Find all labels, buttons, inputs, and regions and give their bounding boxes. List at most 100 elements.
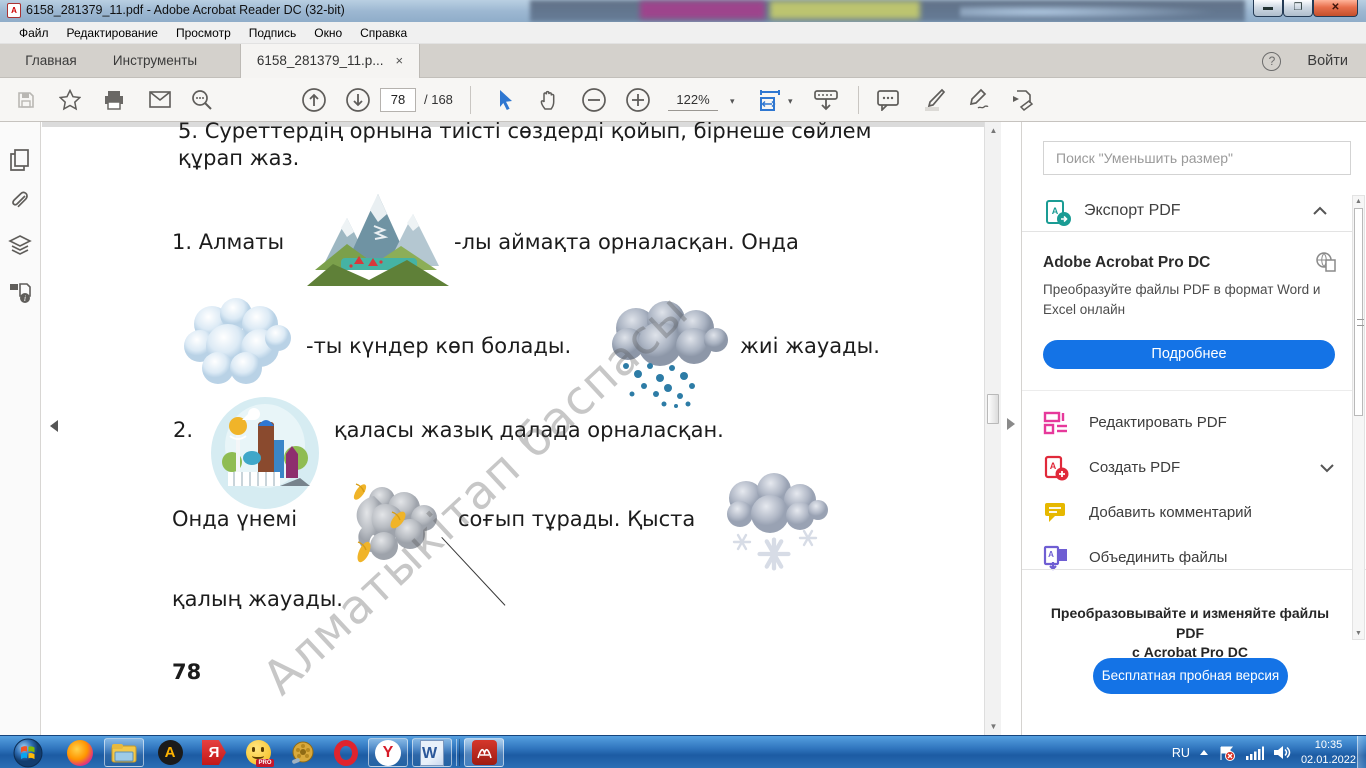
menu-view[interactable]: Просмотр xyxy=(167,22,240,44)
exercise-heading-line1: 5. Суреттердің орнына тиісті сөздерді қо… xyxy=(178,122,872,143)
edit-pdf-icon xyxy=(1043,411,1067,435)
free-trial-button[interactable]: Бесплатная пробная версия xyxy=(1093,658,1288,694)
yandex-alpha-icon[interactable]: Я xyxy=(194,738,234,767)
tab-close-icon[interactable]: × xyxy=(396,53,404,68)
chevron-down-icon[interactable] xyxy=(1319,463,1335,473)
restore-button[interactable]: ❐ xyxy=(1283,0,1313,17)
thumbnails-icon[interactable] xyxy=(8,148,34,174)
fit-width-icon[interactable] xyxy=(756,86,784,114)
collapse-left-pane-icon[interactable] xyxy=(50,420,58,432)
save-icon[interactable] xyxy=(12,86,40,114)
learn-more-button[interactable]: Подробнее xyxy=(1043,340,1335,369)
print-icon[interactable] xyxy=(100,86,128,114)
tool-create-pdf[interactable]: A Создать PDF xyxy=(1043,455,1343,485)
menu-file[interactable]: Файл xyxy=(10,22,58,44)
pdf-file-icon: A xyxy=(7,3,21,18)
email-icon[interactable] xyxy=(146,86,174,114)
minimize-button[interactable]: ▬ xyxy=(1253,0,1283,17)
layers-icon[interactable] xyxy=(8,234,34,260)
exercise-heading-line2: құрап жаз. xyxy=(178,146,300,170)
page-total: / 168 xyxy=(424,92,453,107)
close-button[interactable]: ✕ xyxy=(1313,0,1358,17)
scroll-down-icon[interactable]: ▼ xyxy=(1353,630,1364,637)
send-icon[interactable] xyxy=(1008,86,1036,114)
menu-window[interactable]: Окно xyxy=(305,22,351,44)
zoom-in-icon[interactable] xyxy=(624,86,652,114)
system-tray: RU 10:35 02.01.2022 xyxy=(1172,736,1356,768)
fit-width-dropdown-icon[interactable]: ▾ xyxy=(788,96,793,107)
sign-icon[interactable] xyxy=(964,86,992,114)
search-icon[interactable] xyxy=(188,86,216,114)
tray-up-icon[interactable] xyxy=(1199,750,1208,755)
comment-icon[interactable] xyxy=(874,86,902,114)
show-desktop-button[interactable] xyxy=(1357,736,1366,768)
help-icon[interactable]: ? xyxy=(1262,51,1282,71)
menu-sign[interactable]: Подпись xyxy=(240,22,306,44)
fraps-icon[interactable]: PRO xyxy=(238,738,278,767)
tool-label: Добавить комментарий xyxy=(1089,504,1252,521)
chevron-up-icon[interactable] xyxy=(1312,206,1328,216)
tab-home[interactable]: Главная xyxy=(12,44,90,78)
tab-document-label: 6158_281379_11.p... xyxy=(256,53,384,68)
tools-search-input[interactable]: Поиск "Уменьшить размер" xyxy=(1043,141,1351,175)
media-player-icon[interactable] xyxy=(282,738,322,767)
word-icon[interactable]: W xyxy=(412,738,452,767)
mountains-image xyxy=(307,194,449,286)
pointer-icon[interactable] xyxy=(492,86,520,114)
page-up-icon[interactable] xyxy=(300,86,328,114)
scroll-down-icon[interactable]: ▼ xyxy=(985,722,1002,731)
opera-icon[interactable] xyxy=(326,738,366,767)
zoom-dropdown-icon[interactable]: ▾ xyxy=(730,96,735,107)
yandex-browser-icon[interactable]: Y xyxy=(368,738,408,767)
zoom-level[interactable]: 122% xyxy=(668,92,718,111)
tool-label: Редактировать PDF xyxy=(1089,414,1227,431)
action-center-icon[interactable] xyxy=(1218,745,1236,761)
language-indicator[interactable]: RU xyxy=(1172,746,1190,760)
left-nav-pane: i xyxy=(0,122,41,735)
volume-icon[interactable] xyxy=(1273,745,1291,760)
tab-document[interactable]: 6158_281379_11.p... × xyxy=(240,44,420,78)
sidebar-scrollbar[interactable]: ▲ ▼ xyxy=(1352,195,1365,640)
tool-combine-files[interactable]: A Объединить файлы xyxy=(1043,545,1343,575)
aimp-icon[interactable]: A xyxy=(150,738,190,767)
background-blob xyxy=(960,4,1220,20)
firefox-icon[interactable] xyxy=(60,738,100,767)
attachment-icon[interactable] xyxy=(8,190,34,216)
zoom-out-icon[interactable] xyxy=(580,86,608,114)
document-scrollbar[interactable]: ▲ ▼ xyxy=(984,122,1001,735)
background-blob xyxy=(770,1,920,19)
start-button[interactable] xyxy=(8,738,48,767)
clock[interactable]: 10:35 02.01.2022 xyxy=(1301,738,1356,767)
word-convert-icon xyxy=(1316,252,1336,272)
network-icon[interactable] xyxy=(1245,746,1264,760)
scrollbar-thumb[interactable] xyxy=(1354,208,1364,416)
page-down-icon[interactable] xyxy=(344,86,372,114)
explorer-icon[interactable] xyxy=(104,738,144,767)
scroll-up-icon[interactable]: ▲ xyxy=(985,126,1002,135)
page-number-input[interactable]: 78 xyxy=(380,88,416,112)
expand-right-pane-icon[interactable] xyxy=(1007,418,1015,430)
scroll-up-icon[interactable]: ▲ xyxy=(1353,198,1364,205)
menu-edit[interactable]: Редактирование xyxy=(58,22,167,44)
scrollbar-thumb[interactable] xyxy=(987,394,999,424)
tool-edit-pdf[interactable]: Редактировать PDF xyxy=(1043,410,1343,440)
tab-tools[interactable]: Инструменты xyxy=(100,44,210,78)
document-page[interactable]: 5. Суреттердің орнына тиісті сөздерді қо… xyxy=(42,122,984,735)
footer-promo-title: Преобразовывайте и изменяйте файлы PDF с… xyxy=(1050,605,1330,661)
hand-icon[interactable] xyxy=(536,86,564,114)
export-pdf-row[interactable]: A Экспорт PDF xyxy=(1022,194,1352,232)
menu-help[interactable]: Справка xyxy=(351,22,416,44)
sign-in-button[interactable]: Войти xyxy=(1307,53,1348,69)
doc-info-icon[interactable]: i xyxy=(8,280,34,306)
sentence3-number: 2. xyxy=(173,418,194,442)
highlighter-icon[interactable] xyxy=(920,86,948,114)
reading-mode-icon[interactable] xyxy=(812,86,840,114)
svg-text:i: i xyxy=(24,294,26,303)
sentence4-prefix: Онда үнемі xyxy=(172,507,298,531)
tool-add-comment[interactable]: Добавить комментарий xyxy=(1043,500,1343,530)
star-icon[interactable] xyxy=(56,86,84,114)
acrobat-icon[interactable] xyxy=(464,738,504,767)
right-pane-edge xyxy=(1001,122,1021,735)
menu-bar: Файл Редактирование Просмотр Подпись Окн… xyxy=(0,22,1366,44)
svg-text:A: A xyxy=(1048,550,1054,559)
